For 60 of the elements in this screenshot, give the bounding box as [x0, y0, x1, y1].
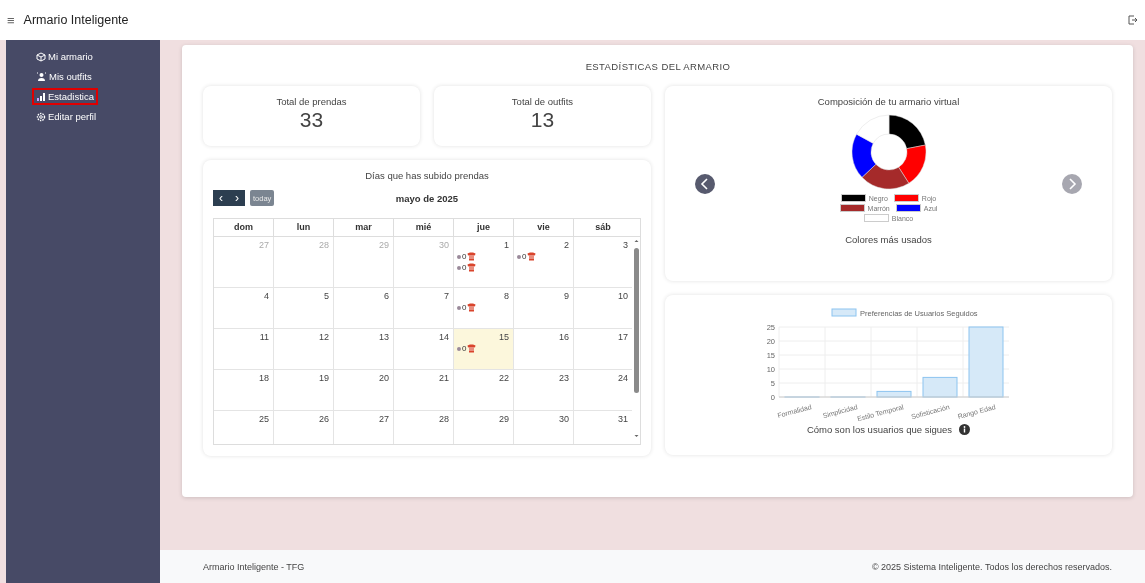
calendar-title: Días que has subido prendas — [365, 170, 489, 181]
event-count: 0 — [462, 303, 467, 312]
day-number: 17 — [618, 332, 628, 342]
day-number: 4 — [264, 291, 269, 301]
event-count: 0 — [462, 252, 467, 261]
day-number: 25 — [259, 414, 269, 424]
day-number: 9 — [564, 291, 569, 301]
day-number: 28 — [439, 414, 449, 424]
day-number: 27 — [379, 414, 389, 424]
weekday-header: lun — [274, 219, 334, 236]
stat-value: 33 — [299, 108, 324, 132]
day-number: 30 — [559, 414, 569, 424]
day-number: 21 — [439, 373, 449, 383]
day-number: 28 — [319, 240, 329, 250]
day-number: 6 — [384, 291, 389, 301]
weekday-header: mié — [394, 219, 454, 236]
day-number: 30 — [439, 240, 449, 250]
day-number: 12 — [319, 332, 329, 342]
weekday-header: mar — [334, 219, 394, 236]
month-title: mayo de 2025 — [395, 192, 459, 204]
copyright-text: © 2025 Sistema Inteligente. Todos los derechos reservados. — [871, 561, 1112, 572]
day-number: 22 — [499, 373, 509, 383]
day-number: 18 — [259, 373, 269, 383]
weekday-header: dom — [214, 219, 274, 236]
composition-caption: Colores más usados — [845, 234, 932, 245]
day-number: 10 — [618, 291, 628, 301]
stat-label: Total de outfits — [511, 96, 574, 107]
day-number: 20 — [379, 373, 389, 383]
weekday-header: vie — [514, 219, 574, 236]
app-title: Armario Inteligente — [23, 13, 129, 27]
panel-title: ESTADÍSTICAS DEL ARMARIO — [584, 61, 732, 72]
day-number: 29 — [499, 414, 509, 424]
day-number: 31 — [618, 414, 628, 424]
day-number: 7 — [444, 291, 449, 301]
day-number: 8 — [504, 291, 509, 301]
day-number: 2 — [564, 240, 569, 250]
day-number: 11 — [259, 332, 269, 342]
weekday-header: jue — [454, 219, 514, 236]
weekday-header: sáb — [594, 221, 612, 234]
day-number: 26 — [319, 414, 329, 424]
stat-value: 13 — [530, 108, 555, 132]
footer-text: Armario Inteligente - TFG — [203, 561, 305, 572]
day-number: 16 — [559, 332, 569, 342]
day-number: 19 — [319, 373, 329, 383]
day-number: 27 — [259, 240, 269, 250]
event-count: 0 — [522, 252, 527, 261]
day-number: 24 — [618, 373, 628, 383]
stat-label: Total de prendas — [276, 96, 347, 107]
day-number: 3 — [623, 240, 628, 250]
day-number: 15 — [499, 332, 509, 342]
event-count: 0 — [462, 344, 467, 353]
day-number: 14 — [439, 332, 449, 342]
day-number: 5 — [324, 291, 329, 301]
day-number: 1 — [504, 240, 509, 250]
day-number: 13 — [379, 332, 389, 342]
preferences-caption: Cómo son los usuarios que sigues — [806, 424, 953, 435]
composition-title: Composición de tu armario virtual — [817, 96, 960, 107]
day-number: 23 — [559, 373, 569, 383]
day-number: 29 — [379, 240, 389, 250]
event-count: 0 — [462, 263, 467, 272]
